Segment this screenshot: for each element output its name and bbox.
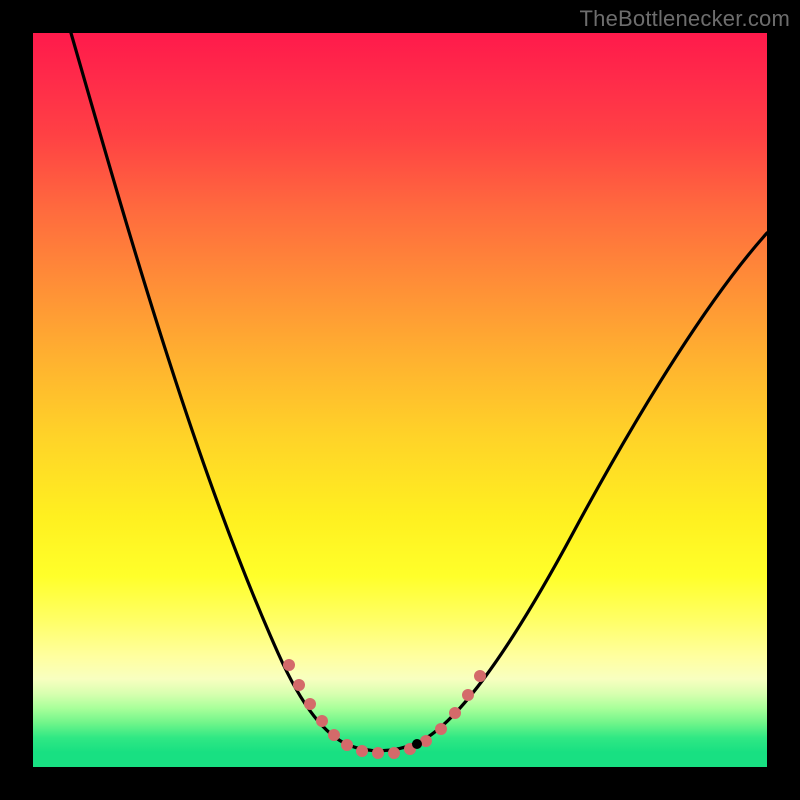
watermark-text: TheBottlenecker.com (580, 6, 790, 32)
bottleneck-curve (71, 33, 767, 751)
chart-frame: TheBottlenecker.com (0, 0, 800, 800)
min-point-marker (412, 739, 422, 749)
highlight-dots (289, 665, 480, 753)
chart-curves-svg (33, 33, 767, 767)
chart-plot-area (33, 33, 767, 767)
